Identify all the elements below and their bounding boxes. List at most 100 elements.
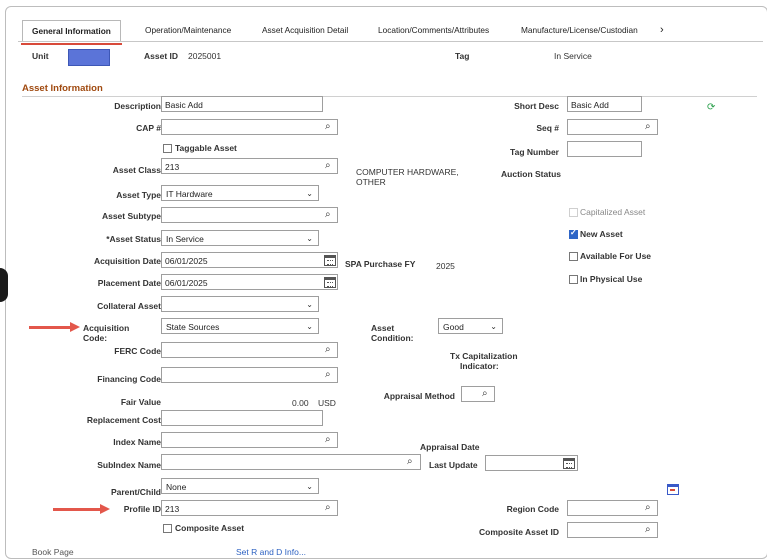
appraisal-method-label: Appraisal Method [383, 391, 455, 401]
tabs-next-arrow-icon[interactable]: › [660, 22, 664, 38]
asset-condition-value: Good [443, 322, 464, 332]
placement-date-input[interactable]: 06/01/2025 [161, 274, 338, 290]
subindex-name-search-icon[interactable]: ⌕ [407, 456, 413, 468]
in-physical-use-checkbox[interactable] [569, 275, 578, 284]
tx-capitalization-label: Tx Capitalization [450, 351, 518, 361]
status-text: In Service [554, 51, 592, 61]
index-name-search-icon[interactable]: ⌕ [325, 434, 331, 446]
cap-search-icon[interactable]: ⌕ [325, 121, 331, 133]
capitalized-label: Capitalized Asset [580, 207, 646, 217]
unit-field[interactable] [68, 49, 110, 66]
tx-capitalization-label-2: Indicator: [460, 361, 499, 371]
tab-general-information[interactable]: General Information [21, 20, 122, 45]
unit-label: Unit [32, 51, 49, 61]
asset-subtype-input[interactable] [161, 207, 338, 223]
tag-number-label: Tag Number [510, 147, 559, 157]
asset-condition-select[interactable]: Good ⌄ [438, 318, 503, 334]
asset-status-select[interactable]: In Service ⌄ [161, 230, 319, 246]
chevron-down-icon: ⌄ [306, 322, 313, 331]
ferc-code-input[interactable] [161, 342, 338, 358]
acquisition-code-label: Acquisition [83, 323, 130, 333]
seq-search-icon[interactable]: ⌕ [645, 121, 651, 133]
appraisal-date-label: Appraisal Date [420, 442, 480, 452]
tab-asset-acquisition-detail[interactable]: Asset Acquisition Detail [262, 22, 348, 38]
replacement-cost-input[interactable] [161, 410, 323, 426]
profile-id-input[interactable]: 213 [161, 500, 338, 516]
composite-asset-checkbox[interactable] [163, 524, 172, 533]
financing-code-input[interactable] [161, 367, 338, 383]
book-page-label: Book Page [32, 547, 74, 557]
in-physical-use-label: In Physical Use [580, 274, 643, 284]
asset-type-select[interactable]: IT Hardware ⌄ [161, 185, 319, 201]
calendar-icon[interactable] [324, 255, 336, 266]
subindex-name-input[interactable] [161, 454, 421, 470]
placement-date-label: Placement Date [97, 278, 161, 288]
short-desc-label: Short Desc [514, 101, 559, 111]
asset-condition-label: Asset [371, 323, 395, 333]
collateral-asset-select[interactable]: ⌄ [161, 296, 319, 312]
appraisal-method-search-icon[interactable]: ⌕ [482, 388, 488, 400]
subindex-name-label: SubIndex Name [97, 460, 161, 470]
acq-date-input[interactable]: 06/01/2025 [161, 252, 338, 268]
financing-code-search-icon[interactable]: ⌕ [325, 369, 331, 381]
ferc-code-search-icon[interactable]: ⌕ [325, 344, 331, 356]
region-code-search-icon[interactable]: ⌕ [645, 502, 651, 514]
cap-input[interactable] [161, 119, 338, 135]
acq-date-label: Acquisition Date [93, 256, 161, 266]
auction-status-label: Auction Status [501, 169, 561, 179]
fair-value-amount: 0.00 [292, 398, 309, 408]
asset-subtype-search-icon[interactable]: ⌕ [325, 209, 331, 221]
profile-id-search-icon[interactable]: ⌕ [325, 502, 331, 514]
fair-value-currency: USD [318, 398, 336, 408]
composite-asset-id-label: Composite Asset ID [479, 527, 559, 537]
acquisition-code-label-2: Code: [83, 333, 108, 343]
available-for-use-checkbox[interactable] [569, 252, 578, 261]
replacement-cost-label: Replacement Cost [86, 415, 161, 425]
tab-manufacture-license-custodian[interactable]: Manufacture/License/Custodian [521, 22, 638, 38]
tab-location-comments-attributes[interactable]: Location/Comments/Attributes [378, 22, 489, 38]
new-asset-checkbox[interactable] [569, 228, 578, 239]
appraisal-method-input[interactable] [461, 386, 495, 402]
parent-child-value: None [166, 482, 187, 492]
tab-operation-maintenance[interactable]: Operation/Maintenance [145, 22, 231, 38]
parent-child-label: Parent/Child [110, 487, 161, 497]
capitalized-checkbox [569, 208, 578, 217]
asset-subtype-label: Asset Subtype [101, 211, 161, 221]
profile-id-label: Profile ID [123, 504, 161, 514]
asset-class-input[interactable]: 213 [161, 158, 338, 174]
index-name-input[interactable] [161, 432, 338, 448]
taggable-label: Taggable Asset [175, 143, 237, 153]
asset-status-label: *Asset Status [106, 234, 161, 244]
collateral-asset-label: Collateral Asset [97, 301, 161, 311]
refresh-icon[interactable]: ⟳ [707, 102, 715, 113]
section-title: Asset Information [22, 83, 103, 94]
chevron-down-icon: ⌄ [306, 300, 313, 309]
grid-view-icon[interactable] [667, 484, 679, 495]
spa-purchase-fy-label: SPA Purchase FY [345, 259, 416, 269]
chevron-down-icon: ⌄ [306, 482, 313, 491]
acquisition-code-select[interactable]: State Sources ⌄ [161, 318, 319, 334]
asset-type-label: Asset Type [116, 190, 161, 200]
calendar-icon[interactable] [563, 458, 575, 469]
left-edge-handle [0, 268, 8, 302]
new-asset-label: New Asset [580, 229, 623, 239]
tag-label: Tag [455, 51, 470, 61]
short-desc-input[interactable]: Basic Add [567, 96, 642, 112]
description-input[interactable]: Basic Add [161, 96, 323, 112]
parent-child-select[interactable]: None ⌄ [161, 478, 319, 494]
set-rd-info-link[interactable]: Set R and D Info... [236, 547, 306, 557]
taggable-checkbox[interactable] [163, 144, 172, 153]
tag-number-input[interactable] [567, 141, 642, 157]
index-name-label: Index Name [113, 437, 161, 447]
composite-asset-label: Composite Asset [175, 523, 245, 533]
calendar-icon[interactable] [324, 277, 336, 288]
asset-id-label: Asset ID [144, 51, 179, 61]
asset-form-window: General Information Operation/Maintenanc… [5, 6, 767, 559]
description-label: Description [114, 101, 161, 111]
asset-class-search-icon[interactable]: ⌕ [325, 160, 331, 172]
asset-condition-label-2: Condition: [371, 333, 414, 343]
composite-asset-id-search-icon[interactable]: ⌕ [645, 524, 651, 536]
asset-class-description: COMPUTER HARDWARE, OTHER [356, 167, 459, 187]
annotation-arrow [53, 504, 110, 514]
available-for-use-label: Available For Use [580, 251, 652, 261]
